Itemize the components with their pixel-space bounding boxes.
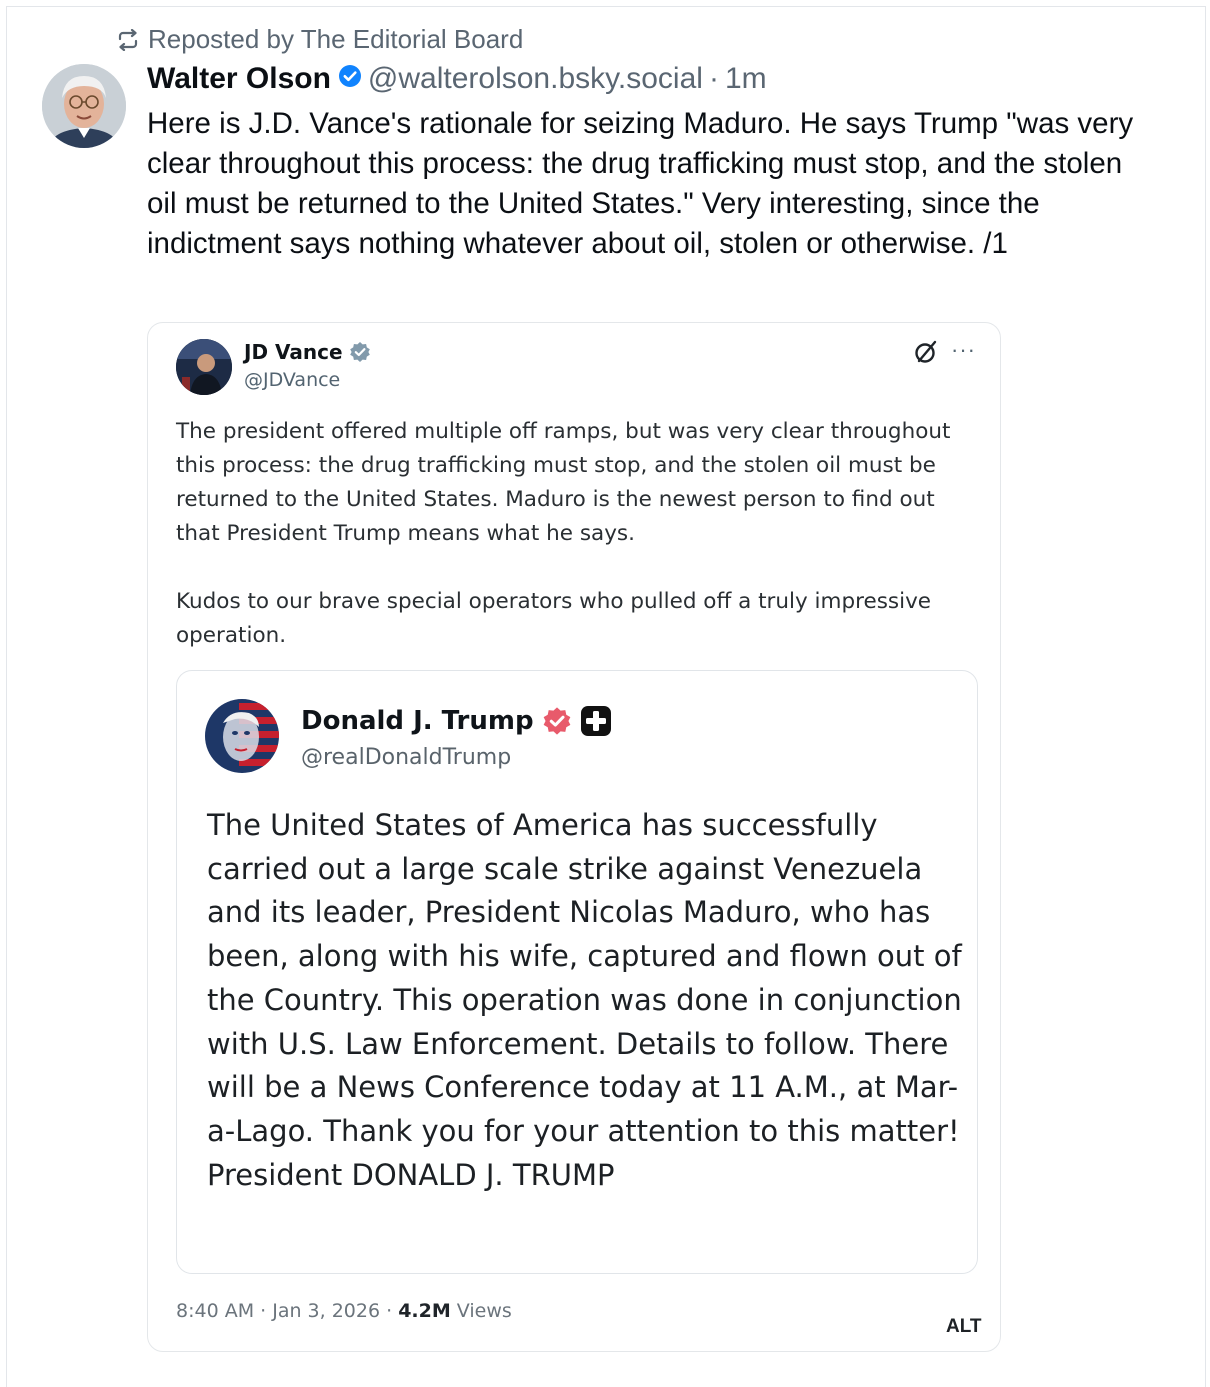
author-name[interactable]: Walter Olson	[147, 62, 331, 96]
gray-verified-icon	[349, 342, 370, 362]
repost-icon	[118, 28, 138, 51]
embed-meta-time: 8:40 AM · Jan 3, 2026 ·	[176, 1300, 399, 1322]
embed-author-handle: @JDVance	[244, 369, 341, 391]
quoted-author-name-label: Donald J. Trump	[301, 706, 534, 736]
quoted-author-avatar	[205, 699, 279, 773]
embed-views-count: 4.2M	[398, 1300, 451, 1322]
embed-views-label: Views	[450, 1300, 512, 1322]
post-header: Walter Olson @walterolson.bsky.social · …	[147, 62, 767, 96]
embed-author-avatar	[176, 339, 232, 395]
quoted-author-name: Donald J. Trump	[301, 705, 612, 737]
header-separator: ·	[708, 62, 719, 95]
alt-text-button[interactable]: ALT	[940, 1315, 988, 1339]
repost-label: Reposted by The Editorial Board	[148, 24, 524, 54]
quoted-post-text: The United States of America has success…	[207, 808, 971, 1192]
embed-author-name: JD Vance	[244, 340, 371, 364]
author-handle[interactable]: @walterolson.bsky.social	[368, 62, 703, 96]
quoted-post: Donald J. Trump @realDonaldTrump The Uni…	[176, 670, 978, 1274]
repost-indicator[interactable]: Reposted by The Editorial Board	[116, 24, 523, 55]
author-avatar[interactable]	[42, 64, 126, 148]
plus-badge-icon	[580, 706, 611, 736]
verified-badge-icon	[543, 707, 570, 735]
quoted-author-handle: @realDonaldTrump	[301, 745, 512, 770]
grok-icon	[913, 339, 939, 370]
post-timestamp[interactable]: 1m	[725, 62, 767, 96]
more-icon: ···	[951, 337, 976, 362]
embed-post-meta: 8:40 AM · Jan 3, 2026 · 4.2M Views	[176, 1300, 512, 1322]
embed-post-text: The president offered multiple off ramps…	[176, 419, 951, 648]
verified-check-icon[interactable]	[338, 62, 362, 96]
embedded-screenshot[interactable]: JD Vance @JDVance ··· The president offe…	[147, 322, 1001, 1352]
post-body-text: Here is J.D. Vance's rationale for seizi…	[147, 107, 1142, 260]
embed-author-name-label: JD Vance	[244, 340, 343, 364]
